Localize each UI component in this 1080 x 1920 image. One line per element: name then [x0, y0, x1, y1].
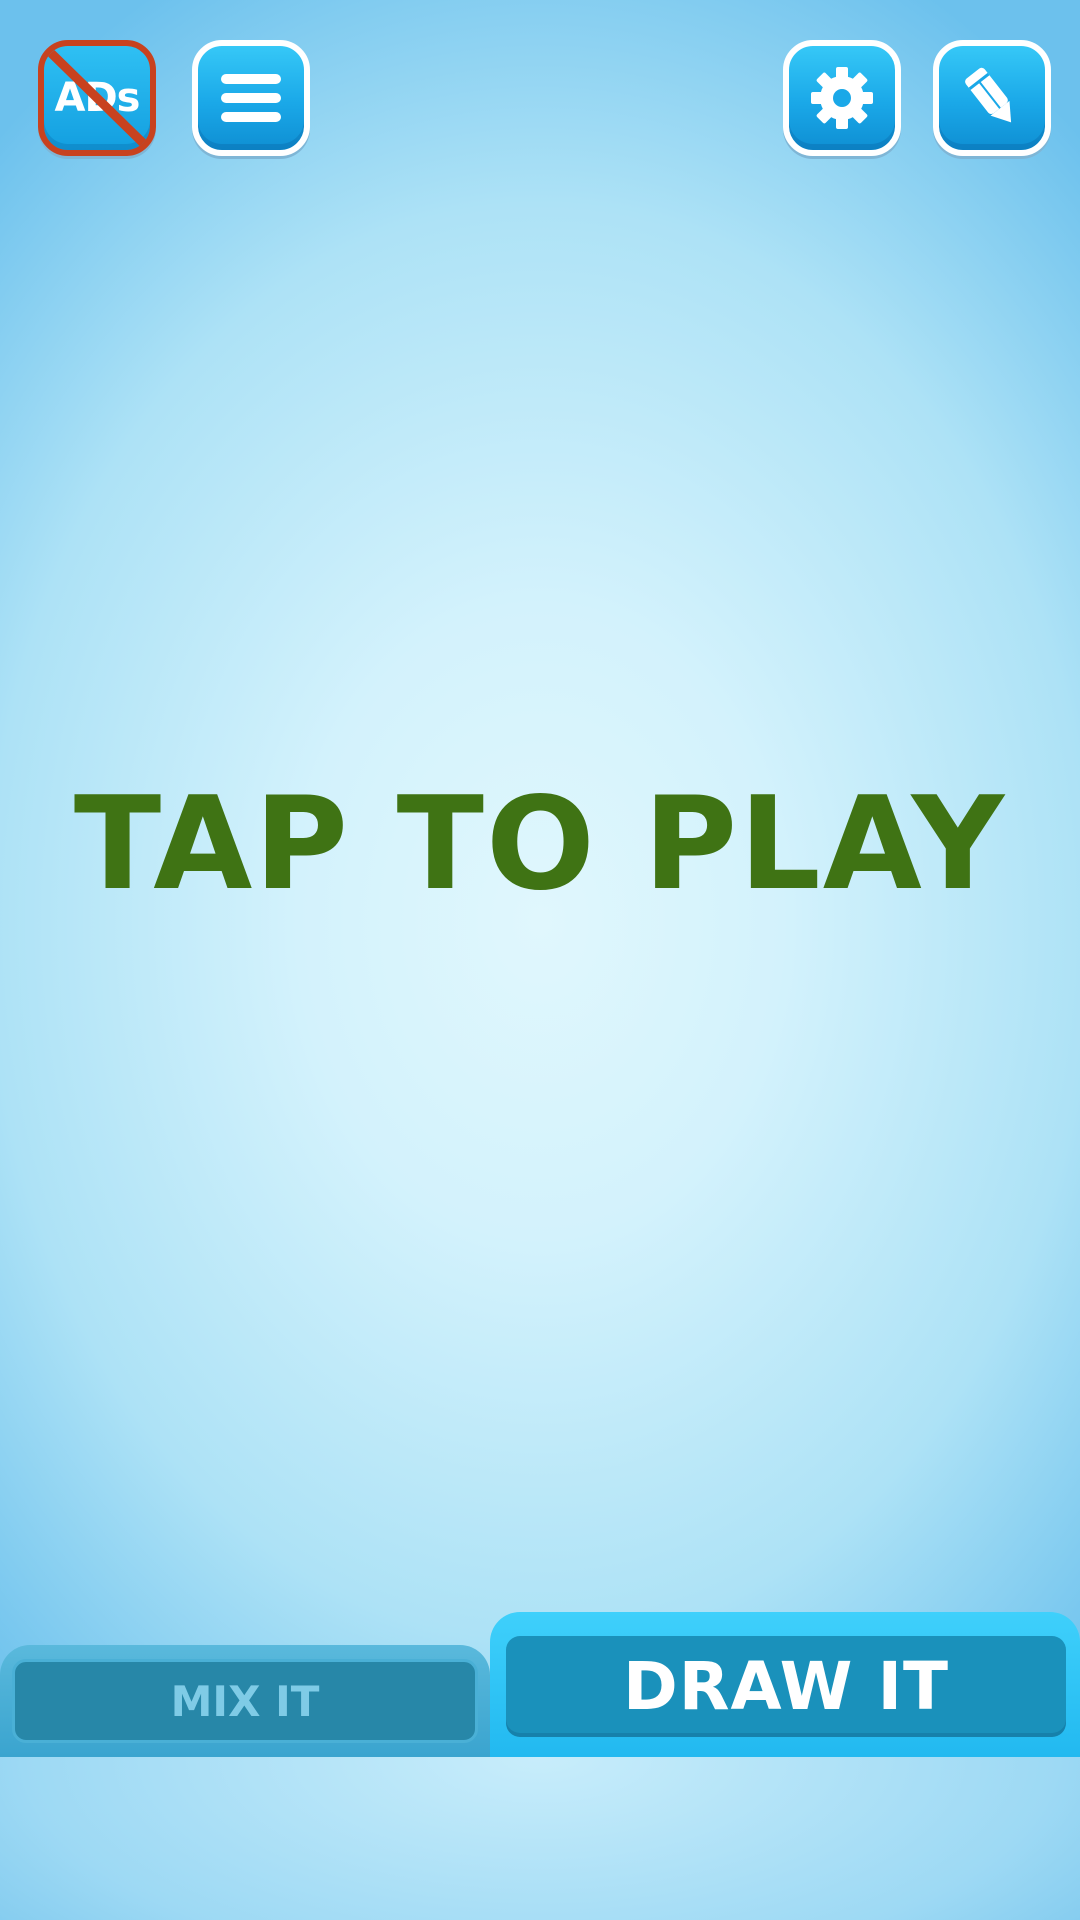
- tab-draw-it-label: DRAW IT: [622, 1648, 950, 1725]
- settings-button[interactable]: [783, 40, 901, 156]
- no-ads-button[interactable]: ADs: [38, 40, 156, 156]
- tab-mix-it-panel: MIX IT: [12, 1659, 478, 1743]
- tap-to-play-prompt[interactable]: TAP TO PLAY: [0, 775, 1080, 915]
- edit-button[interactable]: [933, 40, 1051, 156]
- no-ads-icon: [45, 47, 149, 149]
- menu-button[interactable]: [192, 40, 310, 156]
- bottom-strip: [0, 1756, 1080, 1920]
- pencil-icon: [965, 67, 1012, 123]
- tab-mix-it[interactable]: MIX IT: [0, 1645, 490, 1757]
- gear-icon: [811, 67, 873, 129]
- tab-mix-it-label: MIX IT: [170, 1676, 320, 1726]
- hamburger-menu-icon: [221, 74, 281, 122]
- tab-draw-it-panel: DRAW IT: [506, 1636, 1066, 1737]
- tab-draw-it[interactable]: DRAW IT: [490, 1612, 1080, 1757]
